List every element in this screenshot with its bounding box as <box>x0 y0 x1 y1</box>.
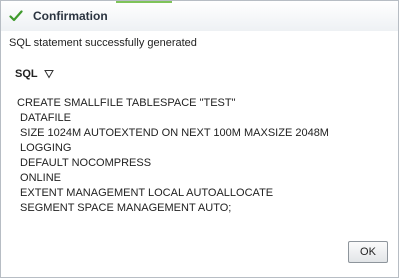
dialog-title-bar: Confirmation <box>1 1 398 31</box>
sql-line: SEGMENT SPACE MANAGEMENT AUTO; <box>17 202 232 214</box>
sql-section-toggle[interactable]: SQL <box>15 68 54 80</box>
ok-button[interactable]: OK <box>348 241 388 263</box>
confirmation-message: SQL statement successfully generated <box>9 37 197 49</box>
sql-section-label: SQL <box>15 68 38 80</box>
triangle-down-icon <box>43 70 54 79</box>
dialog-title: Confirmation <box>33 9 108 23</box>
sql-line: ONLINE <box>17 172 62 184</box>
sql-statement: CREATE SMALLFILE TABLESPACE "TEST" DATAF… <box>17 96 387 216</box>
sql-line: LOGGING <box>17 142 72 154</box>
checkmark-icon <box>9 10 23 22</box>
sql-line: SIZE 1024M AUTOEXTEND ON NEXT 100M MAXSI… <box>17 127 329 139</box>
sql-line: DATAFILE <box>17 112 71 124</box>
sql-line: CREATE SMALLFILE TABLESPACE "TEST" <box>17 97 236 109</box>
title-accent-bar <box>116 1 172 3</box>
sql-line: DEFAULT NOCOMPRESS <box>17 157 152 169</box>
sql-line: EXTENT MANAGEMENT LOCAL AUTOALLOCATE <box>17 187 274 199</box>
confirmation-dialog: Confirmation SQL statement successfully … <box>0 0 399 278</box>
